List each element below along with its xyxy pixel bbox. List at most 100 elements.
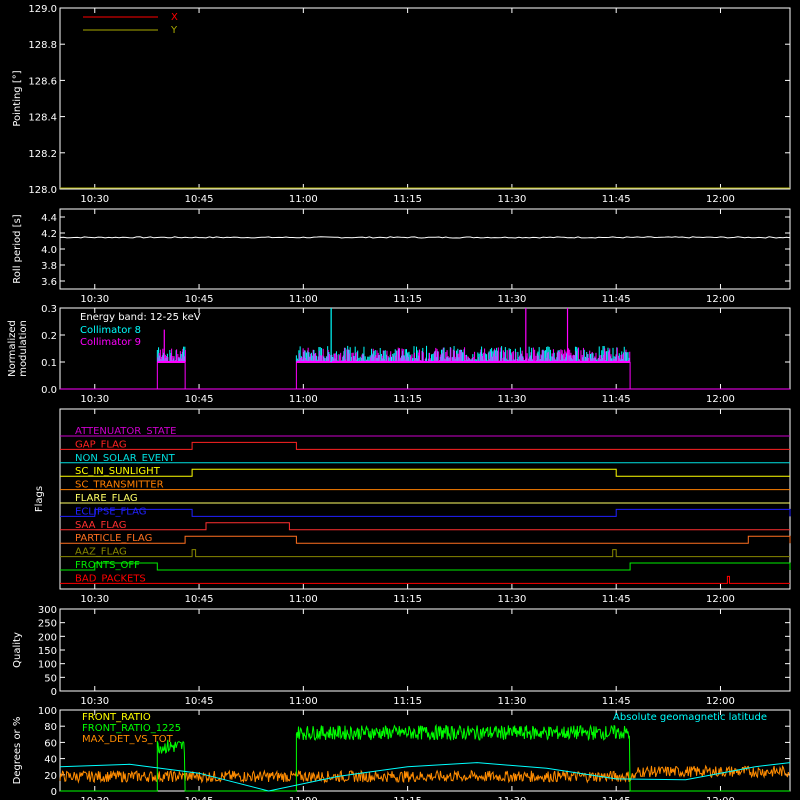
y-tick-label: 0.2: [41, 331, 57, 342]
flag-line: [60, 508, 791, 517]
x-tick-label: 11:15: [393, 796, 422, 800]
x-tick-label: 12:00: [706, 394, 735, 405]
y-tick-label: 0.0: [41, 385, 57, 396]
x-tick-label: 10:30: [80, 394, 109, 405]
legend-entry: Collimator 9: [80, 337, 141, 348]
x-tick-label: 12:00: [706, 796, 735, 800]
roll-period-line: [59, 236, 791, 239]
x-tick-label: 11:45: [602, 394, 631, 405]
flag-label: SC_IN_SUNLIGHT: [75, 466, 161, 477]
pointing-ylabel: Pointing [°]: [12, 70, 23, 126]
legend-entry: Y: [170, 25, 178, 36]
y-tick-label: 0.1: [41, 358, 57, 369]
modulation-ylabel: modulation: [18, 320, 29, 377]
x-tick-label: 11:00: [289, 594, 318, 605]
x-tick-label: 11:30: [497, 796, 526, 800]
flag-label: ATTENUATOR_STATE: [75, 426, 176, 437]
ratios-annotation: Absolute geomagnetic latitude: [613, 712, 767, 723]
y-tick-label: 60: [44, 738, 57, 749]
y-tick-label: 128.6: [28, 76, 57, 87]
x-tick-label: 11:15: [393, 294, 422, 305]
y-tick-label: 50: [44, 673, 57, 684]
y-tick-label: 4.4: [41, 213, 57, 224]
flag-label: ECLIPSE_FLAG: [75, 506, 146, 517]
y-tick-label: 100: [38, 706, 57, 717]
x-tick-label: 11:30: [497, 394, 526, 405]
y-tick-label: 3.8: [41, 261, 57, 272]
x-tick-label: 11:45: [602, 796, 631, 800]
x-tick-label: 11:30: [497, 696, 526, 707]
x-tick-label: 10:45: [185, 194, 214, 205]
ratios-ylabel: Degrees or %: [12, 717, 23, 785]
y-tick-label: 128.8: [28, 40, 57, 51]
x-tick-label: 11:15: [393, 696, 422, 707]
flag-label: FLARE_FLAG: [75, 493, 138, 504]
legend-entry: FRONT_RATIO: [82, 712, 151, 723]
y-tick-label: 128.2: [28, 149, 57, 160]
x-tick-label: 10:45: [185, 796, 214, 800]
y-tick-label: 128.0: [28, 185, 57, 196]
x-tick-label: 12:00: [706, 294, 735, 305]
x-tick-label: 12:00: [706, 594, 735, 605]
legend-entry: MAX_DET_VS_TOT: [82, 734, 174, 745]
x-tick-label: 11:45: [602, 294, 631, 305]
flag-line: [60, 562, 791, 571]
flag-line: [60, 535, 791, 544]
flag-label: BAD_PACKETS: [75, 573, 146, 584]
flag-label: NON_SOLAR_EVENT: [75, 453, 176, 464]
x-tick-label: 10:45: [185, 394, 214, 405]
y-tick-label: 300: [38, 605, 57, 616]
y-tick-label: 0: [51, 787, 57, 798]
x-tick-label: 10:45: [185, 594, 214, 605]
y-tick-label: 128.4: [28, 113, 57, 124]
y-tick-label: 20: [44, 771, 57, 782]
x-tick-label: 10:30: [80, 696, 109, 707]
x-tick-label: 12:00: [706, 696, 735, 707]
x-tick-label: 10:30: [80, 594, 109, 605]
y-tick-label: 0: [51, 687, 57, 698]
flag-line: [60, 468, 790, 477]
x-tick-label: 10:45: [185, 696, 214, 707]
pointing-frame: [59, 7, 791, 190]
x-tick-label: 10:30: [80, 194, 109, 205]
x-tick-label: 11:00: [289, 194, 318, 205]
y-tick-label: 129.0: [28, 4, 57, 15]
flag-label: SAA_FLAG: [75, 520, 126, 531]
y-tick-label: 100: [38, 660, 57, 671]
flag-label: AAZ_FLAG: [75, 547, 127, 558]
x-tick-label: 10:30: [80, 294, 109, 305]
x-tick-label: 11:00: [289, 294, 318, 305]
flags-ylabel: Flags: [34, 486, 45, 512]
y-tick-label: 200: [38, 632, 57, 643]
legend-entry: Collimator 8: [80, 325, 141, 336]
x-tick-label: 11:30: [497, 594, 526, 605]
chart-figure: 10:30 10:45 11:00 11:15 11:30 11:45 12:00 128.0…: [0, 0, 800, 800]
x-tick-label: 11:30: [497, 194, 526, 205]
x-tick-label: 10:45: [185, 294, 214, 305]
x-tick-label: 11:30: [497, 294, 526, 305]
y-tick-label: 250: [38, 619, 57, 630]
y-tick-label: 80: [44, 722, 57, 733]
x-tick-label: 11:00: [289, 394, 318, 405]
x-tick-label: 11:45: [602, 194, 631, 205]
flag-line: [60, 522, 790, 531]
x-tick-label: 10:30: [80, 796, 109, 800]
flag-label: SC_TRANSMITTER: [75, 480, 164, 491]
x-tick-label: 11:45: [602, 594, 631, 605]
y-tick-label: 0.3: [41, 304, 57, 315]
flag-label: GAP_FLAG: [75, 439, 127, 450]
y-tick-label: 3.6: [41, 277, 57, 288]
x-tick-label: 11:45: [602, 696, 631, 707]
quality-ylabel: Quality: [12, 632, 23, 668]
flag-line: [60, 441, 790, 450]
quality-frame: [59, 608, 791, 692]
x-tick-label: 11:15: [393, 594, 422, 605]
multi-panel-chart: 10:30 10:45 11:00 11:15 11:30 11:45 12:00 128.0…: [7, 4, 791, 800]
x-tick-label: 11:15: [393, 394, 422, 405]
y-tick-label: 150: [38, 646, 57, 657]
roll-frame: [59, 208, 791, 290]
roll-ylabel: Roll period [s]: [12, 214, 23, 283]
flag-line: [60, 549, 790, 558]
flag-line: [60, 575, 790, 584]
legend-entry: FRONT_RATIO_1225: [82, 723, 181, 734]
